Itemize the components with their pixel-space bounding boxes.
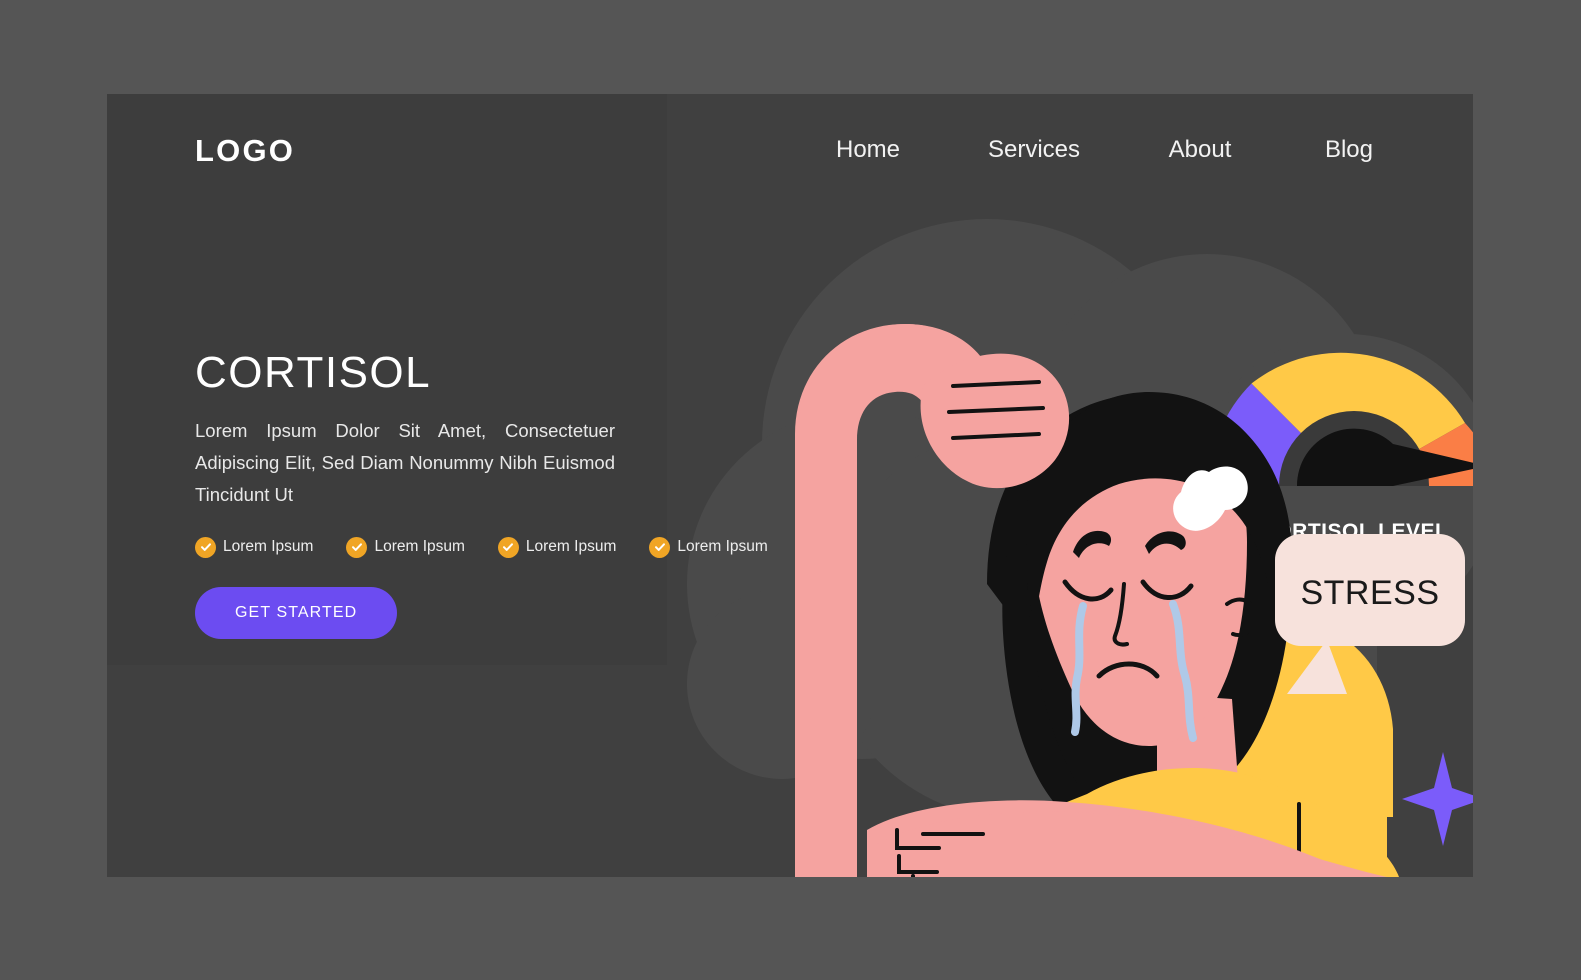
landing-page: LOGO Home Services About Blog CORTISOL L…: [107, 94, 1473, 877]
feature-label: Lorem Ipsum: [374, 538, 465, 556]
check-icon: [195, 536, 216, 558]
logo[interactable]: LOGO: [195, 133, 295, 169]
nav-item-about[interactable]: About: [1117, 136, 1283, 164]
hero-subcopy: Lorem Ipsum Dolor Sit Amet, Consectetuer…: [195, 420, 615, 506]
hero-copy: CORTISOL Lorem Ipsum Dolor Sit Amet, Con…: [195, 348, 768, 639]
feature-item-3[interactable]: Lorem Ipsum: [497, 536, 617, 558]
screenshot-stage: LOGO Home Services About Blog CORTISOL L…: [0, 0, 1581, 980]
check-icon: [497, 536, 519, 558]
check-icon: [649, 536, 671, 558]
nav-item-services[interactable]: Services: [951, 136, 1117, 164]
feature-list: Lorem Ipsum Lorem Ipsum Lorem Ipsum Lore…: [195, 536, 768, 558]
page-title: CORTISOL: [195, 348, 432, 397]
site-header: LOGO Home Services About Blog: [107, 94, 1473, 219]
speech-bubble-text: STRESS: [1300, 574, 1439, 612]
sparkle-purple: [1402, 752, 1473, 846]
feature-item-1[interactable]: Lorem Ipsum: [195, 536, 314, 558]
nav-item-blog[interactable]: Blog: [1283, 136, 1415, 164]
main-navigation: Home Services About Blog: [785, 136, 1415, 164]
get-started-button[interactable]: GET STARTED: [195, 586, 398, 639]
hero-illustration: CORTISOL LEVEL STRESS: [687, 154, 1473, 877]
feature-label: Lorem Ipsum: [223, 538, 314, 556]
check-icon: [346, 536, 368, 558]
feature-item-2[interactable]: Lorem Ipsum: [346, 536, 465, 558]
feature-label: Lorem Ipsum: [525, 538, 617, 556]
feature-item-4[interactable]: Lorem Ipsum: [649, 536, 768, 558]
nav-item-home[interactable]: Home: [785, 136, 951, 164]
feature-label: Lorem Ipsum: [677, 538, 768, 556]
